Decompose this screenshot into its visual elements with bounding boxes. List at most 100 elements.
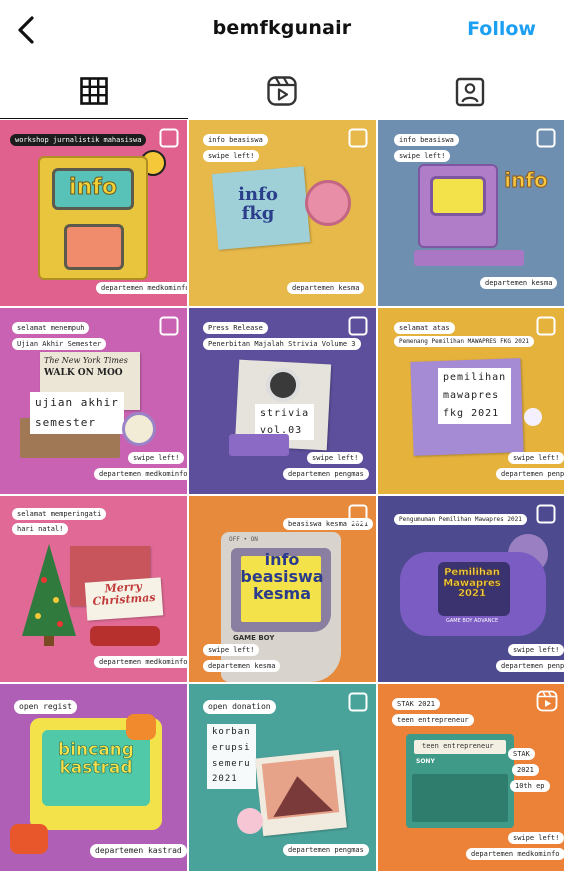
post-tile-2[interactable]: info beasiswa swipe left! info fkg depar…: [189, 120, 376, 306]
cassette-illustration: teen entrepreneur SONY: [406, 734, 514, 828]
post-8-swipe: swipe left!: [203, 644, 260, 657]
flower-icon: [237, 808, 263, 834]
post-4-title: ujian akhir semester: [30, 392, 124, 434]
post-tile-4[interactable]: selamat menempuh Ujian Akhir Semester Th…: [0, 308, 187, 494]
post-2-footer: departemen kesma: [287, 282, 365, 295]
cassette-brand: SONY: [416, 758, 435, 765]
multiple-posts-icon: [348, 128, 368, 148]
post-12-tag-episode: 10th ep: [510, 780, 550, 793]
tab-reels[interactable]: [188, 62, 376, 119]
cassette-icon: [229, 434, 289, 456]
telephone-illustration: [305, 180, 351, 226]
newspaper-masthead: The New York Times: [44, 356, 128, 365]
post-tile-12[interactable]: STAK 2021 teen entrepreneur teen entrepr…: [378, 684, 564, 871]
multiple-posts-icon: [159, 128, 179, 148]
flower-icon: [524, 408, 542, 426]
post-12-subcaption: teen entrepreneur: [392, 714, 474, 727]
telephone-icon: [10, 824, 48, 854]
post-3-footer: departemen kesma: [480, 277, 558, 290]
post-7-subcaption: hari natal!: [12, 523, 69, 536]
post-4-caption: selamat menempuh: [12, 322, 90, 335]
grid-icon: [80, 76, 108, 105]
post-10-footer: departemen kastrad: [90, 844, 187, 858]
post-7-title: Merry Christmas: [92, 579, 156, 608]
gba-brand: GAME BOY ADVANCE: [446, 618, 499, 624]
post-7-caption: selamat memperingati: [12, 508, 107, 521]
post-10-title: bincang kastrad: [58, 740, 135, 778]
multiple-posts-icon: [159, 316, 179, 336]
post-2-caption: info beasiswa: [203, 134, 268, 147]
post-tile-5[interactable]: Press Release Penerbitan Majalah Strivia…: [189, 308, 376, 494]
post-tile-6[interactable]: selamat atas Pemenang Pemilihan MAWAPRES…: [378, 308, 564, 494]
post-1-caption: workshop jurnalistik mahasiswa: [10, 134, 147, 147]
volcano-icon: [261, 756, 340, 820]
post-10-caption: open regist: [14, 700, 77, 714]
tab-tagged[interactable]: [376, 62, 564, 119]
post-3-title: info: [504, 168, 549, 192]
reels-icon: [267, 75, 297, 106]
post-12-caption: STAK 2021: [392, 698, 440, 711]
post-5-swipe: swipe left!: [307, 452, 364, 465]
alarm-clock-icon: [122, 412, 156, 446]
multiple-posts-icon: [536, 128, 556, 148]
post-6-subcaption: Pemenang Pemilihan MAWAPRES FKG 2021: [394, 336, 535, 348]
post-1-footer: departemen medkominfo: [96, 282, 187, 295]
post-3-caption: info beasiswa: [394, 134, 459, 147]
newspaper-headline: WALK ON MOO: [44, 368, 123, 378]
post-6-swipe: swipe left!: [508, 452, 564, 465]
gameboy-brand: GAME BOY: [233, 634, 275, 642]
multiple-posts-icon: [348, 316, 368, 336]
post-9-footer: departemen penpro: [496, 660, 564, 673]
console-illustration: info: [38, 156, 148, 280]
post-6-caption: selamat atas: [394, 322, 455, 335]
post-9-title: Pemilihan Mawapres 2021: [443, 567, 501, 599]
post-tile-8[interactable]: beasiswa kesma 2021 OFF • ON GAME BOY in…: [189, 496, 376, 682]
post-2-title: info fkg: [238, 184, 278, 224]
post-5-subcaption: Penerbitan Majalah Strivia Volume 3: [203, 338, 361, 351]
post-4-swipe: swipe left!: [128, 452, 185, 465]
megaphone-icon: [126, 714, 156, 740]
tagged-icon: [455, 77, 485, 106]
post-9-swipe: swipe left!: [508, 644, 564, 657]
post-5-caption: Press Release: [203, 322, 268, 335]
post-11-footer: departemen pengmas: [283, 844, 369, 857]
post-11-title: korban erupsi semeru 2021: [207, 724, 256, 789]
post-tile-10[interactable]: open regist bincang kastrad departemen k…: [0, 684, 187, 871]
multiple-posts-icon: [536, 316, 556, 336]
volcano-photo: [255, 749, 347, 837]
post-12-swipe: swipe left!: [508, 832, 564, 845]
follow-button[interactable]: Follow: [467, 18, 536, 40]
post-8-title: info beasiswa kesma: [240, 550, 324, 603]
post-12-tag-stak: STAK: [508, 748, 535, 761]
post-6-footer: departemen penpro: [496, 468, 564, 481]
posts-grid: workshop jurnalistik mahasiswa info depa…: [0, 120, 564, 871]
post-tile-3[interactable]: info beasiswa swipe left! info departeme…: [378, 120, 564, 306]
post-2-subcaption: swipe left!: [203, 150, 260, 163]
post-tile-11[interactable]: open donation korban erupsi semeru 2021 …: [189, 684, 376, 871]
post-7-footer: departemen medkominfo: [94, 656, 187, 669]
christmas-card: Merry Christmas: [84, 577, 164, 621]
profile-header: bemfkgunair Follow: [0, 0, 564, 60]
post-1-title: info: [69, 175, 118, 200]
profile-tabs: [0, 62, 564, 119]
post-tile-7[interactable]: selamat memperingati hari natal! Merry C…: [0, 496, 187, 682]
post-12-title: teen entrepreneur: [422, 742, 494, 750]
reel-post-icon: [536, 690, 558, 712]
active-tab-indicator: [0, 118, 188, 119]
multiple-posts-icon: [536, 504, 556, 524]
computer-illustration: [418, 164, 498, 248]
post-tile-9[interactable]: Pengumuman Pemilihan Mawapres 2021 GAME …: [378, 496, 564, 682]
post-4-footer: departemen medkominfo: [94, 468, 187, 481]
tab-grid[interactable]: [0, 62, 188, 119]
post-6-title: pemilihan mawapres fkg 2021: [438, 368, 512, 424]
post-5-footer: departemen pengmas: [283, 468, 369, 481]
post-8-footer: departemen kesma: [203, 660, 281, 673]
post-tile-1[interactable]: workshop jurnalistik mahasiswa info depa…: [0, 120, 187, 306]
post-11-caption: open donation: [203, 700, 276, 714]
multiple-posts-icon: [348, 504, 368, 524]
gameboy-power-label: OFF • ON: [229, 536, 258, 543]
post-12-tag-year: 2021: [512, 764, 539, 777]
post-9-caption: Pengumuman Pemilihan Mawapres 2021: [394, 514, 527, 526]
sleigh-icon: [90, 626, 160, 646]
post-12-footer: departemen medkominfo: [466, 848, 564, 861]
